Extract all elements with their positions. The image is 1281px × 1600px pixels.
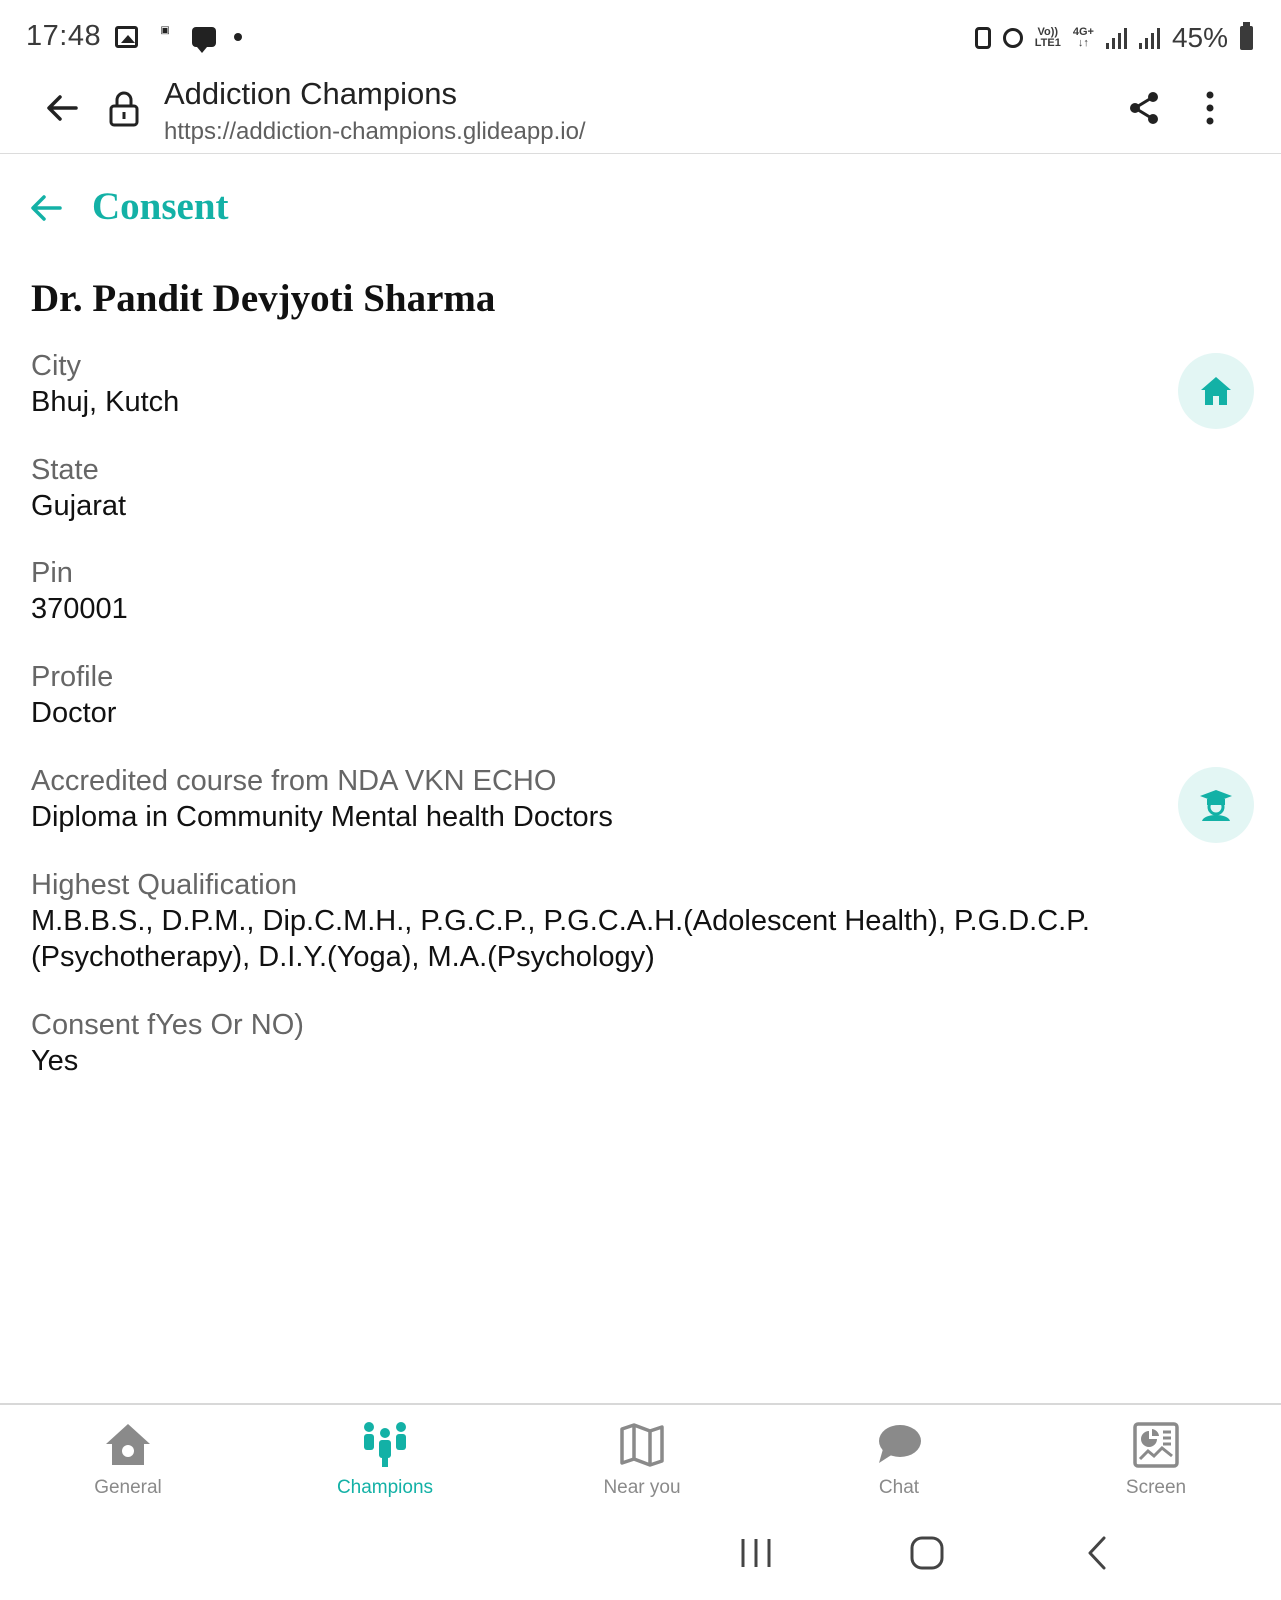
- course-info-button[interactable]: [1178, 767, 1254, 843]
- nav-champions[interactable]: Champions: [305, 1419, 465, 1499]
- nav-near-you[interactable]: Near you: [562, 1419, 722, 1499]
- site-title: Addiction Champions: [164, 76, 457, 111]
- field-value: Doctor: [31, 697, 117, 729]
- field-label: Consent fYes Or NO): [31, 1009, 304, 1041]
- chat-icon: [879, 1425, 921, 1463]
- field-label: Highest Qualification: [31, 869, 297, 901]
- field-pin: Pin 370001: [31, 555, 1131, 627]
- system-back-button[interactable]: [1076, 1531, 1120, 1575]
- home-button[interactable]: [905, 1531, 949, 1575]
- signal-2-icon: [1138, 27, 1160, 49]
- image-notification-icon: [115, 25, 139, 48]
- nav-label: Chat: [878, 1477, 920, 1498]
- volte-icon: Vo)) LTE1: [1035, 27, 1061, 49]
- field-value: Bhuj, Kutch: [31, 386, 180, 418]
- network-type-icon: 4G+ ↓↑: [1072, 26, 1094, 49]
- nav-chat[interactable]: Chat: [819, 1419, 979, 1499]
- graduate-icon: [1200, 790, 1232, 821]
- status-time: 17:48: [26, 20, 102, 52]
- field-label: State: [31, 454, 99, 486]
- page-back-button[interactable]: [28, 190, 64, 226]
- field-value: Yes: [31, 1045, 79, 1077]
- status-right: Vo)) LTE1 4G+ ↓↑ 45%: [974, 22, 1253, 54]
- nav-label: General: [94, 1477, 162, 1498]
- field-profile: Profile Doctor: [31, 659, 1131, 731]
- person-name: Dr. Pandit Devjyoti Sharma: [31, 277, 496, 320]
- nav-general[interactable]: General: [48, 1419, 208, 1499]
- lock-icon[interactable]: [108, 90, 140, 128]
- field-label: Pin: [31, 557, 73, 589]
- alarm-icon: [1002, 28, 1023, 48]
- status-bar: 17:48 ▣ Vo)) LTE1 4G+ ↓↑ 45%: [0, 0, 1281, 76]
- more-options-button[interactable]: [1200, 90, 1220, 126]
- field-value: 370001: [31, 593, 128, 625]
- field-label: City: [31, 350, 81, 382]
- field-state: State Gujarat: [31, 452, 1131, 524]
- browser-back-button[interactable]: [42, 88, 82, 128]
- field-label: Profile: [31, 661, 114, 693]
- recent-apps-button[interactable]: [734, 1531, 778, 1575]
- field-value: Diploma in Community Mental health Docto…: [31, 801, 613, 833]
- secure-folder-icon: [974, 27, 991, 49]
- field-consent: Consent fYes Or NO) Yes: [31, 1007, 1131, 1079]
- bottom-navigation: General Champions Near you Chat Screen: [0, 1403, 1281, 1515]
- page-title: Consent: [92, 185, 229, 228]
- home-icon: [106, 1424, 150, 1465]
- battery-percentage: 45%: [1171, 22, 1228, 53]
- field-city: City Bhuj, Kutch: [31, 348, 1131, 420]
- screen-report-icon: [1133, 1422, 1179, 1468]
- battery-icon: [1240, 22, 1253, 50]
- status-left: 17:48 ▣: [26, 20, 243, 53]
- home-address-button[interactable]: [1178, 353, 1254, 429]
- people-icon: [364, 1422, 406, 1467]
- field-highest-qualification: Highest Qualification M.B.B.S., D.P.M., …: [31, 867, 1131, 975]
- nav-label: Champions: [336, 1477, 434, 1498]
- message-notification-icon: [192, 26, 217, 53]
- network-type-label: 4G+: [1072, 26, 1094, 38]
- browser-header: Addiction Champions https://addiction-ch…: [0, 76, 1281, 154]
- more-notifications-dot-icon: [234, 32, 243, 41]
- field-accredited-course: Accredited course from NDA VKN ECHO Dipl…: [31, 763, 1131, 835]
- signal-1-icon: [1105, 27, 1127, 49]
- field-label: Accredited course from NDA VKN ECHO: [31, 765, 557, 797]
- field-value: Gujarat: [31, 490, 127, 522]
- nav-label: Screen: [1125, 1477, 1187, 1498]
- site-url[interactable]: https://addiction-champions.glideapp.io/: [164, 118, 586, 146]
- field-value: M.B.B.S., D.P.M., Dip.C.M.H., P.G.C.P., …: [31, 905, 1090, 973]
- app-notification-icon: ▣: [160, 24, 170, 36]
- home-icon: [1201, 377, 1231, 405]
- map-icon: [620, 1423, 664, 1467]
- share-button[interactable]: [1126, 90, 1162, 126]
- volte-label-bottom: LTE1: [1034, 37, 1061, 49]
- nav-screen[interactable]: Screen: [1076, 1419, 1236, 1499]
- android-navigation-bar: [0, 1515, 1281, 1600]
- nav-label: Near you: [603, 1477, 681, 1498]
